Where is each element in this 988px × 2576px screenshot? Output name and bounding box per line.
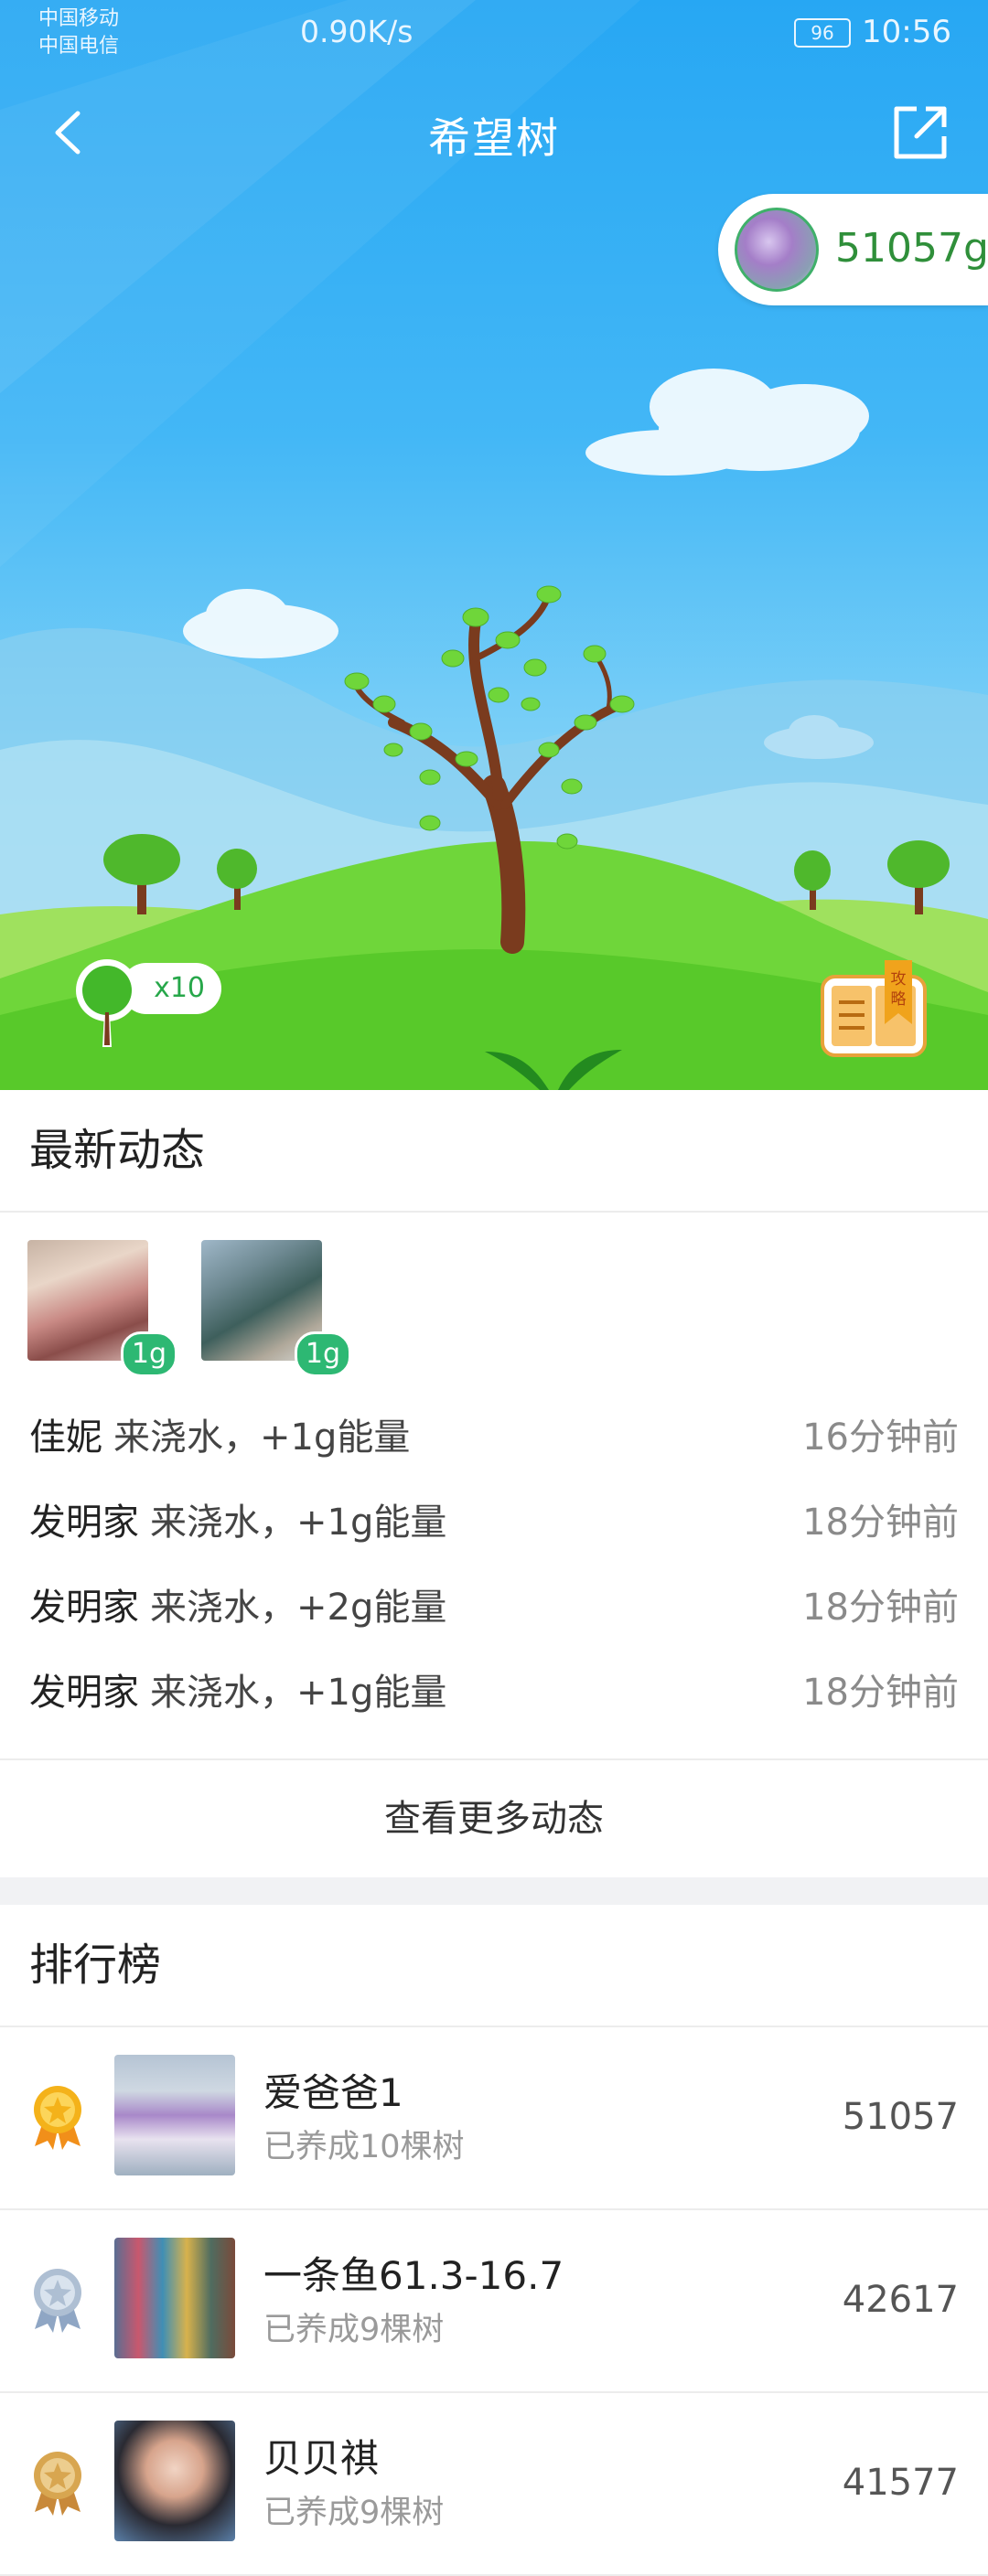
rank-trees-grown: 已养成9棵树	[263, 2312, 445, 2348]
section-title: 排行榜	[0, 1905, 988, 2027]
net-speed: 0.90K/s	[300, 14, 413, 49]
feed-time: 18分钟前	[802, 1502, 959, 1544]
gold-medal-icon	[34, 2086, 81, 2150]
cloud	[585, 369, 869, 476]
rank-score: 41577	[842, 2462, 959, 2504]
feed-time: 18分钟前	[802, 1587, 959, 1629]
ranking-row[interactable]: 贝贝祺 已养成9棵树 41577	[0, 2393, 988, 2576]
feed-item: 发明家 来浇水，+1g能量 18分钟前	[0, 1480, 988, 1566]
user-avatar	[114, 2238, 235, 2358]
energy-badge: 1g	[295, 1331, 351, 1377]
carrier-2: 中国电信	[38, 35, 120, 58]
rank-user-name: 爱爸爸1	[263, 2070, 403, 2115]
title-bar: 希望树	[0, 69, 988, 197]
carrier-labels: 中国移动 中国电信	[38, 5, 119, 60]
feed-action: 来浇水，+1g能量	[150, 1672, 447, 1714]
rank-trees-grown: 已养成10棵树	[263, 2129, 465, 2165]
status-bar: 中国移动 中国电信 0.90K/s 96 10:56	[0, 0, 988, 69]
feed-item: 发明家 来浇水，+1g能量 18分钟前	[0, 1651, 988, 1736]
feed-user[interactable]: 发明家	[29, 1587, 139, 1629]
view-more-activity-button[interactable]: 查看更多动态	[0, 1758, 988, 1877]
rank-user-name: 一条鱼61.3-16.7	[263, 2253, 564, 2298]
feed-time: 18分钟前	[802, 1672, 959, 1714]
visitor-avatars: 1g 1g	[0, 1213, 988, 1395]
tree-count-badge[interactable]: x10	[57, 956, 231, 1047]
clock: 10:56	[862, 14, 951, 50]
guide-book-icon[interactable]: 攻 略	[819, 960, 933, 1061]
user-avatar	[735, 208, 819, 292]
rank-trees-grown: 已养成9棵树	[263, 2495, 445, 2531]
feed-item: 发明家 来浇水，+2g能量 18分钟前	[0, 1566, 988, 1651]
feed-user[interactable]: 发明家	[29, 1502, 139, 1544]
energy-counter[interactable]: 51057g	[718, 194, 988, 305]
feed-user[interactable]: 佳妮	[29, 1416, 102, 1459]
tree-icon	[76, 959, 138, 1047]
feed-action: 来浇水，+1g能量	[150, 1502, 447, 1544]
silver-medal-icon	[34, 2269, 81, 2333]
section-title: 最新动态	[0, 1090, 988, 1213]
feed-action: 来浇水，+1g能量	[113, 1416, 411, 1459]
rank-user-name: 贝贝祺	[263, 2436, 380, 2481]
feed-item: 佳妮 来浇水，+1g能量 16分钟前	[0, 1395, 988, 1480]
battery-icon: 96	[794, 18, 851, 48]
feed-user[interactable]: 发明家	[29, 1672, 139, 1714]
feed-time: 16分钟前	[802, 1416, 959, 1459]
user-avatar	[114, 2055, 235, 2175]
hero-scene: 中国移动 中国电信 0.90K/s 96 10:56 希望树 51057g x1…	[0, 0, 988, 1090]
page-title: 希望树	[428, 113, 560, 163]
ranking-section: 排行榜 爱爸爸1 已养成10棵树 51057 一条鱼61.3-16.7 已养成9…	[0, 1905, 988, 2576]
guide-label-1: 攻	[891, 970, 907, 989]
carrier-1: 中国移动	[38, 7, 120, 30]
bronze-medal-icon	[34, 2452, 81, 2516]
energy-badge: 1g	[121, 1331, 177, 1377]
guide-label-2: 略	[891, 990, 907, 1009]
share-icon[interactable]	[891, 103, 950, 162]
rank-score: 51057	[842, 2096, 959, 2138]
rank-score: 42617	[842, 2279, 959, 2321]
latest-activity-section: 最新动态 1g 1g 佳妮 来浇水，+1g能量 16分钟前 发明家 来浇水，+1g能…	[0, 1090, 988, 1877]
ranking-row[interactable]: 爱爸爸1 已养成10棵树 51057	[0, 2027, 988, 2210]
ranking-row[interactable]: 一条鱼61.3-16.7 已养成9棵树 42617	[0, 2210, 988, 2393]
energy-value: 51057g	[835, 225, 988, 272]
feed-action: 来浇水，+2g能量	[150, 1587, 447, 1629]
section-divider	[0, 1877, 988, 1905]
user-avatar	[114, 2421, 235, 2541]
